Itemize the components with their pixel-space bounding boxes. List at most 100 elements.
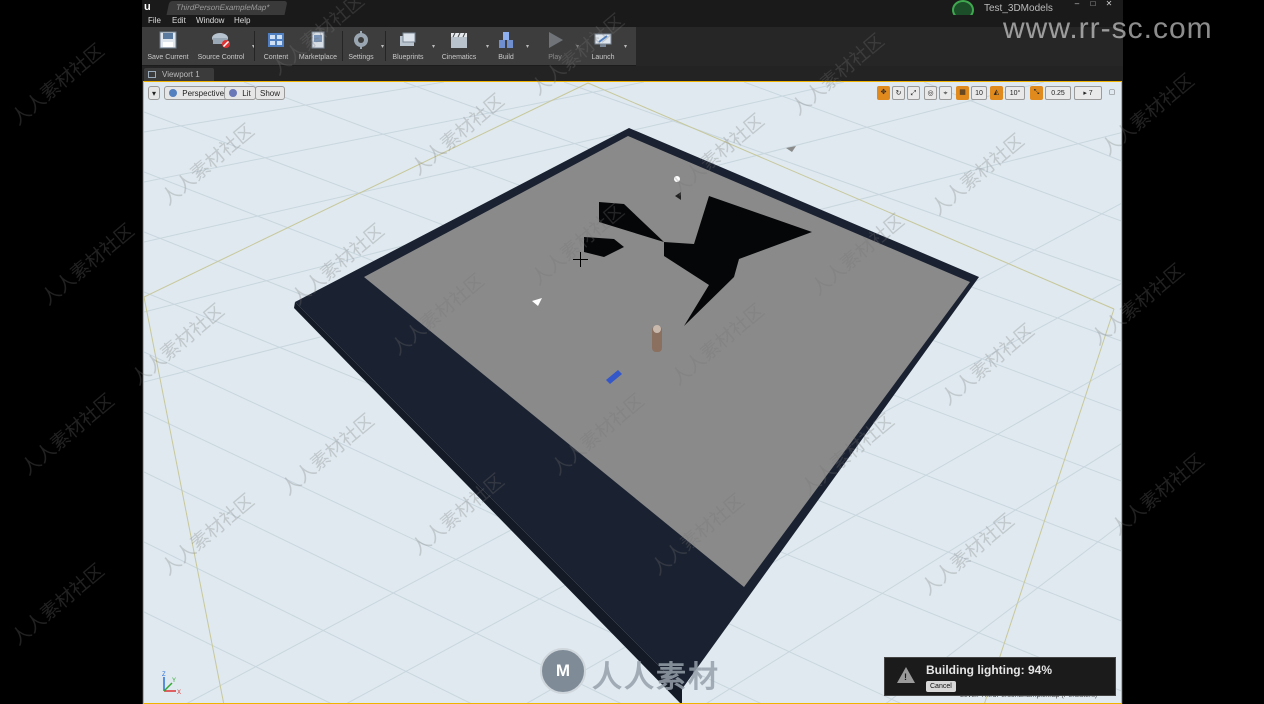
build-icon: [499, 32, 513, 48]
minimize-button[interactable]: –: [1070, 0, 1084, 8]
settings-icon: [354, 31, 368, 49]
move-icon: ✥: [880, 89, 887, 96]
rotation-snap-value[interactable]: 10°: [1005, 86, 1025, 100]
svg-text:X: X: [177, 690, 181, 696]
world-local-toggle[interactable]: ◎: [924, 86, 937, 100]
main-toolbar: Save Current Source Control ▾ Content Ma…: [142, 27, 636, 66]
scale-snap-icon: ⤡: [1033, 89, 1040, 96]
select-mode-button[interactable]: ✥: [877, 86, 890, 100]
toolbar-divider: [254, 31, 255, 61]
show-button[interactable]: Show: [255, 86, 286, 100]
close-button[interactable]: ✕: [1102, 0, 1116, 8]
globe-icon: ◎: [927, 90, 934, 97]
chevron-down-icon[interactable]: ▾: [486, 43, 489, 50]
menu-help[interactable]: Help: [234, 16, 250, 25]
marketplace-icon: [311, 31, 325, 49]
play-button[interactable]: Play ▾: [538, 29, 579, 63]
menu-file[interactable]: File: [148, 16, 161, 25]
viewport-crosshair: [580, 252, 581, 267]
source-control-label: Source Control: [197, 54, 245, 61]
chevron-down-icon[interactable]: ▾: [381, 43, 384, 50]
menu-bar: File Edit Window Help: [142, 15, 1123, 27]
rotate-mode-button[interactable]: ↻: [892, 86, 905, 100]
build-button[interactable]: Build ▾: [490, 29, 529, 63]
play-label: Play: [548, 54, 562, 61]
rotate-icon: ↻: [895, 90, 902, 97]
settings-label: Settings: [348, 54, 374, 61]
scale-snap-toggle[interactable]: ⤡: [1030, 86, 1043, 100]
save-current-label: Save Current: [147, 54, 189, 61]
lighting-build-notification: ! Building lighting: 94% Cancel: [884, 657, 1116, 696]
chevron-down-icon[interactable]: ▾: [526, 43, 529, 50]
lit-icon: [229, 89, 237, 97]
viewport-options-button[interactable]: ▾: [148, 86, 160, 100]
axis-gizmo-icon: X Z Y: [162, 672, 181, 696]
show-label: Show: [260, 89, 281, 98]
scene-3d-view[interactable]: [144, 82, 1122, 704]
content-label: Content: [263, 54, 289, 61]
watermark-tile: 人人素材社区: [7, 39, 109, 130]
chevron-down-icon[interactable]: ▾: [576, 43, 579, 50]
perspective-label: Perspective: [182, 89, 225, 98]
source-control-icon: [212, 33, 230, 48]
blueprints-button[interactable]: Blueprints ▾: [388, 29, 435, 63]
content-icon: [268, 33, 284, 47]
level-tab[interactable]: ThirdPersonExampleMap*: [166, 1, 288, 15]
maximize-button[interactable]: □: [1086, 0, 1100, 8]
menu-window[interactable]: Window: [196, 16, 224, 25]
scale-snap-value[interactable]: 0.25: [1045, 86, 1071, 100]
perspective-button[interactable]: Perspective: [164, 86, 230, 100]
maximize-icon: ▢: [1108, 89, 1116, 96]
player-start-icon[interactable]: [652, 325, 662, 352]
camera-icon: ▸: [1083, 90, 1087, 97]
menu-edit[interactable]: Edit: [172, 16, 186, 25]
cinematics-label: Cinematics: [441, 54, 477, 61]
launch-icon: [594, 33, 612, 47]
surface-snap-toggle[interactable]: ⌖: [939, 86, 952, 100]
camera-speed-button[interactable]: ▸ 7: [1074, 86, 1102, 100]
viewport-icon: [148, 71, 156, 78]
marketplace-button[interactable]: Marketplace: [296, 29, 340, 63]
marketplace-label: Marketplace: [298, 54, 338, 61]
cinematics-button[interactable]: Cinematics ▾: [436, 29, 489, 63]
toolbar-divider: [342, 31, 343, 61]
viewport-tab[interactable]: Viewport 1: [144, 68, 214, 81]
save-icon: [159, 31, 177, 49]
chevron-down-icon[interactable]: ▾: [624, 43, 627, 50]
scale-icon: ⤢: [910, 90, 917, 97]
watermark-logo: M: [540, 648, 586, 694]
blueprints-icon: [400, 32, 416, 46]
level-viewport[interactable]: ▾ Perspective Lit Show ✥ ↻ ⤢ ◎ ⌖ ▦ 10 ◭ …: [143, 81, 1122, 704]
perspective-icon: [169, 89, 177, 97]
grid-icon: ▦: [959, 89, 966, 96]
launch-label: Launch: [591, 54, 615, 61]
rotation-snap-icon: ◭: [993, 89, 1000, 96]
cancel-build-button[interactable]: Cancel: [926, 681, 956, 692]
watermark-brand: 人人素材: [592, 660, 720, 695]
title-bar: u ThirdPersonExampleMap* Test_3DModels –…: [142, 0, 1123, 20]
content-button[interactable]: Content: [258, 29, 294, 63]
scale-mode-button[interactable]: ⤢: [907, 86, 920, 100]
play-icon: [549, 32, 563, 48]
toolbar-divider: [385, 31, 386, 61]
grid-snap-value[interactable]: 10: [971, 86, 987, 100]
save-current-button[interactable]: Save Current: [144, 29, 192, 63]
maximize-viewport-button[interactable]: ▢: [1106, 86, 1118, 100]
grid-snap-toggle[interactable]: ▦: [956, 86, 969, 100]
chevron-down-icon[interactable]: ▾: [432, 43, 435, 50]
blueprints-label: Blueprints: [392, 54, 424, 61]
lit-button[interactable]: Lit: [224, 86, 256, 100]
cinematics-icon: [451, 32, 467, 48]
chevron-down-icon: ▾: [151, 89, 156, 98]
svg-text:Y: Y: [172, 678, 176, 684]
watermark-tile: 人人素材社区: [37, 219, 139, 310]
unreal-logo-icon: u: [144, 1, 151, 13]
source-control-button[interactable]: Source Control ▾: [194, 29, 255, 63]
settings-button[interactable]: Settings ▾: [345, 29, 384, 63]
launch-button[interactable]: Launch ▾: [586, 29, 627, 63]
watermark-url: www.rr-sc.com: [1003, 12, 1213, 45]
camera-speed-value: 7: [1088, 90, 1093, 97]
lighting-build-status: Building lighting: 94%: [926, 663, 1052, 677]
build-label: Build: [498, 54, 514, 61]
rotation-snap-toggle[interactable]: ◭: [990, 86, 1003, 100]
